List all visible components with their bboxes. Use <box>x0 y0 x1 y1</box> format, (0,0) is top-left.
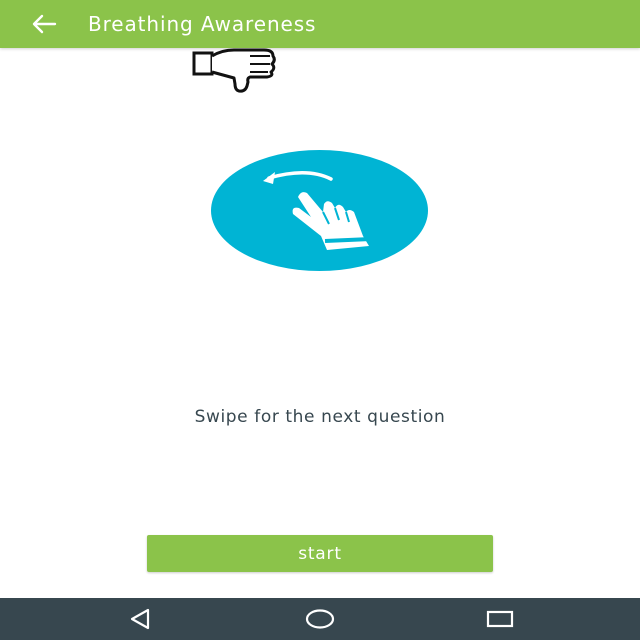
nav-back-icon <box>130 608 150 630</box>
screen: Breathing Awareness Swipe for the next q… <box>0 0 640 640</box>
thumbs-down-icon[interactable] <box>192 46 278 94</box>
system-nav-bar <box>0 598 640 640</box>
nav-back-button[interactable] <box>118 602 162 636</box>
swipe-gesture-icon <box>263 171 372 250</box>
app-bar: Breathing Awareness <box>0 0 640 48</box>
swipe-hint-text: Swipe for the next question <box>194 407 446 427</box>
arrow-left-icon <box>32 14 57 34</box>
nav-recents-button[interactable] <box>478 602 522 636</box>
start-button[interactable]: start <box>147 535 493 572</box>
nav-home-icon <box>305 609 335 629</box>
page-title: Breathing Awareness <box>88 12 317 36</box>
back-button[interactable] <box>24 8 64 40</box>
nav-home-button[interactable] <box>298 602 342 636</box>
swipe-illustration <box>211 150 428 271</box>
nav-recents-icon <box>486 610 514 628</box>
